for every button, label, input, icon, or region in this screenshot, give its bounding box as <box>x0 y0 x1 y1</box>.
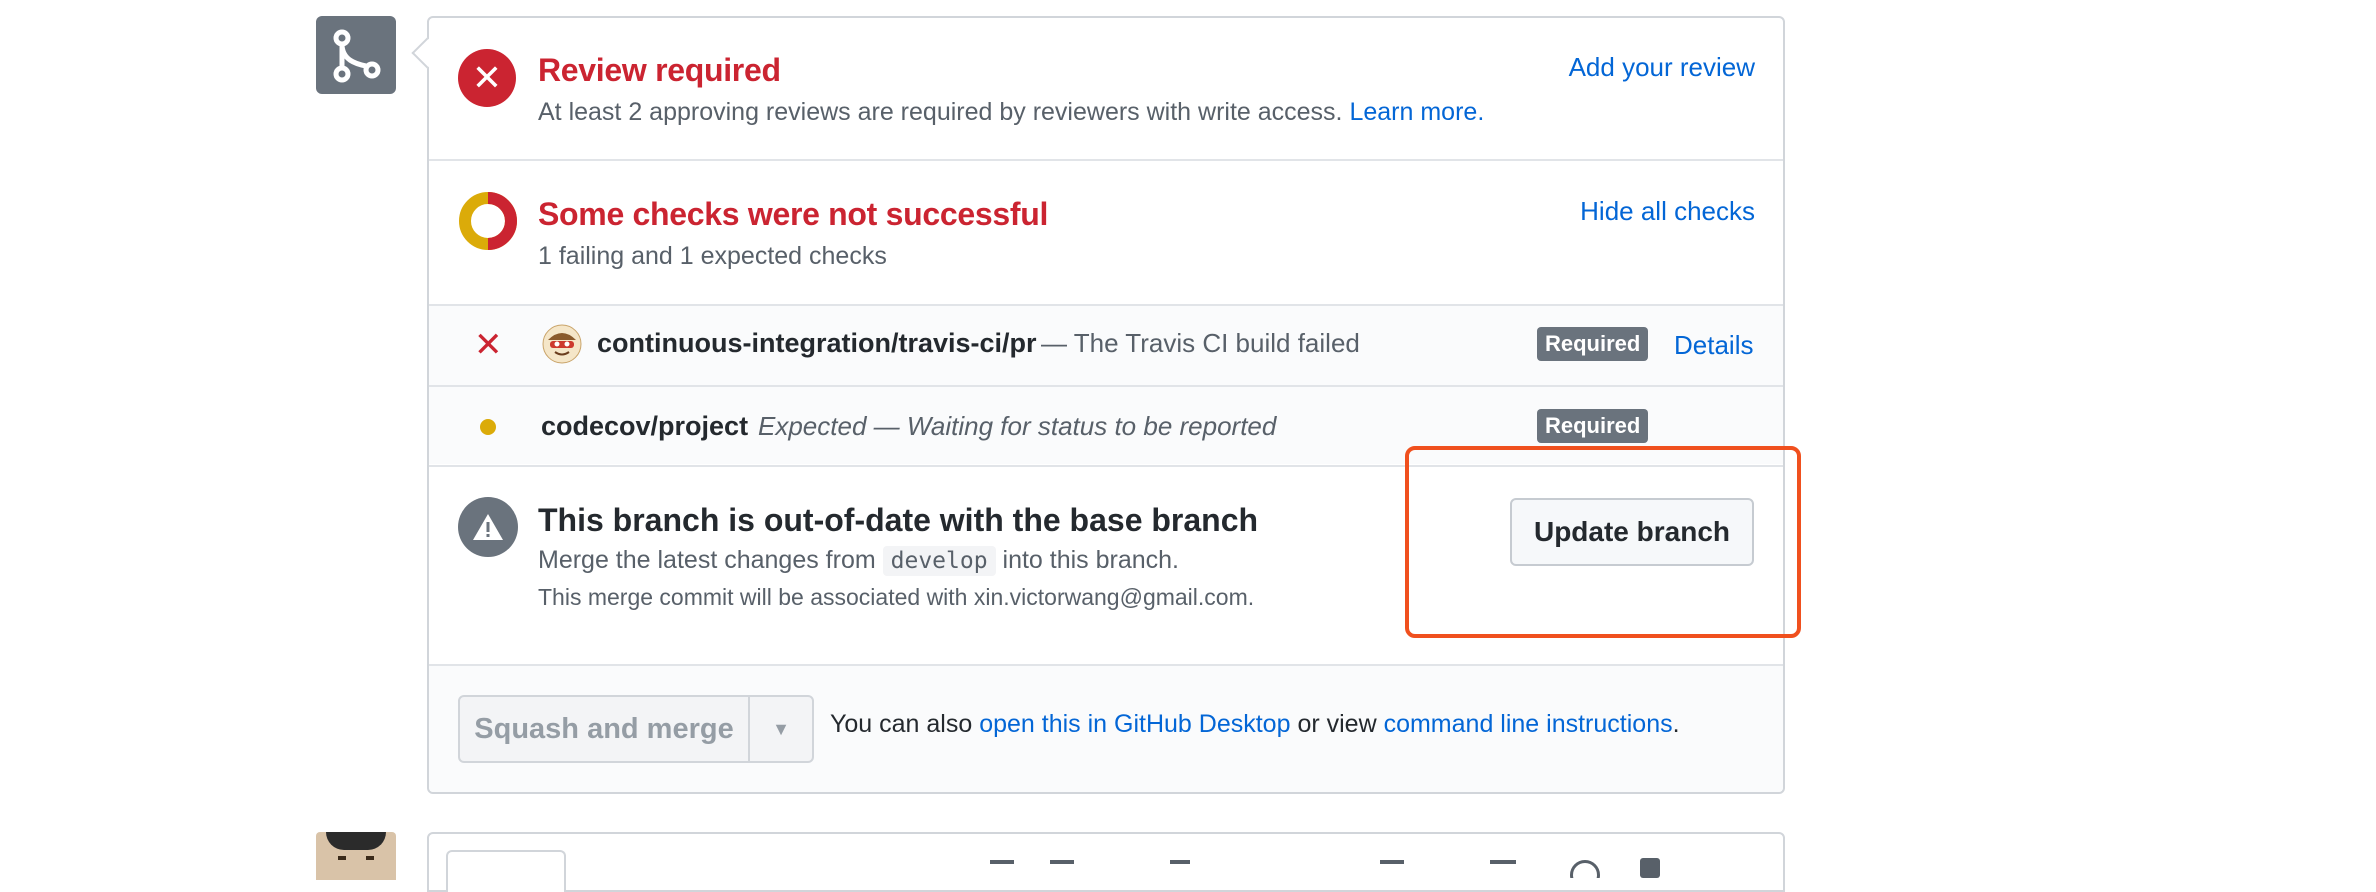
divider <box>429 385 1783 387</box>
out-of-date-title: This branch is out-of-date with the base… <box>538 502 1259 538</box>
check-pending-icon <box>480 419 496 435</box>
merge-desc-after: into this branch. <box>1002 546 1180 574</box>
divider <box>429 304 1783 306</box>
merge-desc-before: Merge the latest changes from <box>538 546 876 574</box>
check-failed-icon: ✕ <box>474 326 503 364</box>
required-badge: Required <box>1537 409 1649 443</box>
quote-icon[interactable] <box>1170 860 1190 878</box>
checks-description: 1 failing and 1 expected checks <box>538 242 887 270</box>
check-description: Expected — Waiting for status to be repo… <box>758 411 1277 441</box>
user-avatar[interactable] <box>316 832 396 880</box>
write-tab[interactable] <box>446 850 566 892</box>
warning-icon <box>458 497 518 557</box>
merge-status-icon <box>316 16 396 94</box>
also-text: You can also <box>830 710 973 738</box>
saved-reply-icon[interactable] <box>1640 858 1660 878</box>
add-review-link[interactable]: Add your review <box>1569 52 1755 83</box>
git-merge-icon <box>333 29 381 83</box>
review-desc-text: At least 2 approving reviews are require… <box>538 98 1343 126</box>
comment-toolbar <box>990 858 1770 878</box>
period: . <box>1672 710 1680 738</box>
highlight-box <box>1405 446 1801 638</box>
checks-status-icon <box>458 191 518 251</box>
list-icon[interactable] <box>1380 860 1404 878</box>
check-description: — The Travis CI build failed <box>1040 328 1360 358</box>
learn-more-link[interactable]: Learn more. <box>1349 98 1484 126</box>
merge-method-dropdown[interactable]: ▼ <box>750 697 812 761</box>
hide-all-checks-link[interactable]: Hide all checks <box>1580 196 1755 227</box>
required-badge: Required <box>1537 327 1649 361</box>
command-line-instructions-link[interactable]: command line instructions <box>1384 710 1673 738</box>
squash-and-merge-button[interactable]: Squash and merge <box>460 697 750 761</box>
merge-alternatives-text: You can also open this in GitHub Desktop… <box>830 710 1680 739</box>
squash-and-merge-button-group: Squash and merge ▼ <box>458 695 814 763</box>
review-title: Review required <box>538 52 781 88</box>
bold-icon[interactable] <box>1050 860 1074 878</box>
out-of-date-description: Merge the latest changes from develop in… <box>538 546 1180 576</box>
open-in-desktop-link[interactable]: open this in GitHub Desktop <box>979 710 1290 738</box>
check-row-travis: continuous-integration/travis-ci/pr — Th… <box>597 328 1360 359</box>
mention-icon[interactable] <box>1570 860 1600 878</box>
check-name: codecov/project <box>541 411 749 441</box>
heading-icon[interactable] <box>990 860 1014 878</box>
details-link[interactable]: Details <box>1674 330 1753 361</box>
base-branch-name: develop <box>882 546 996 576</box>
or-view-text: or view <box>1297 710 1377 738</box>
check-name: continuous-integration/travis-ci/pr <box>597 328 1037 358</box>
review-description: At least 2 approving reviews are require… <box>538 98 1484 127</box>
caret-down-icon: ▼ <box>772 718 790 739</box>
divider <box>429 159 1783 161</box>
commit-association-note: This merge commit will be associated wit… <box>538 584 1255 610</box>
checks-title: Some checks were not successful <box>538 196 1049 232</box>
review-failed-icon: ✕ <box>458 49 516 107</box>
travis-avatar-icon <box>542 324 582 364</box>
task-list-icon[interactable] <box>1490 860 1516 878</box>
